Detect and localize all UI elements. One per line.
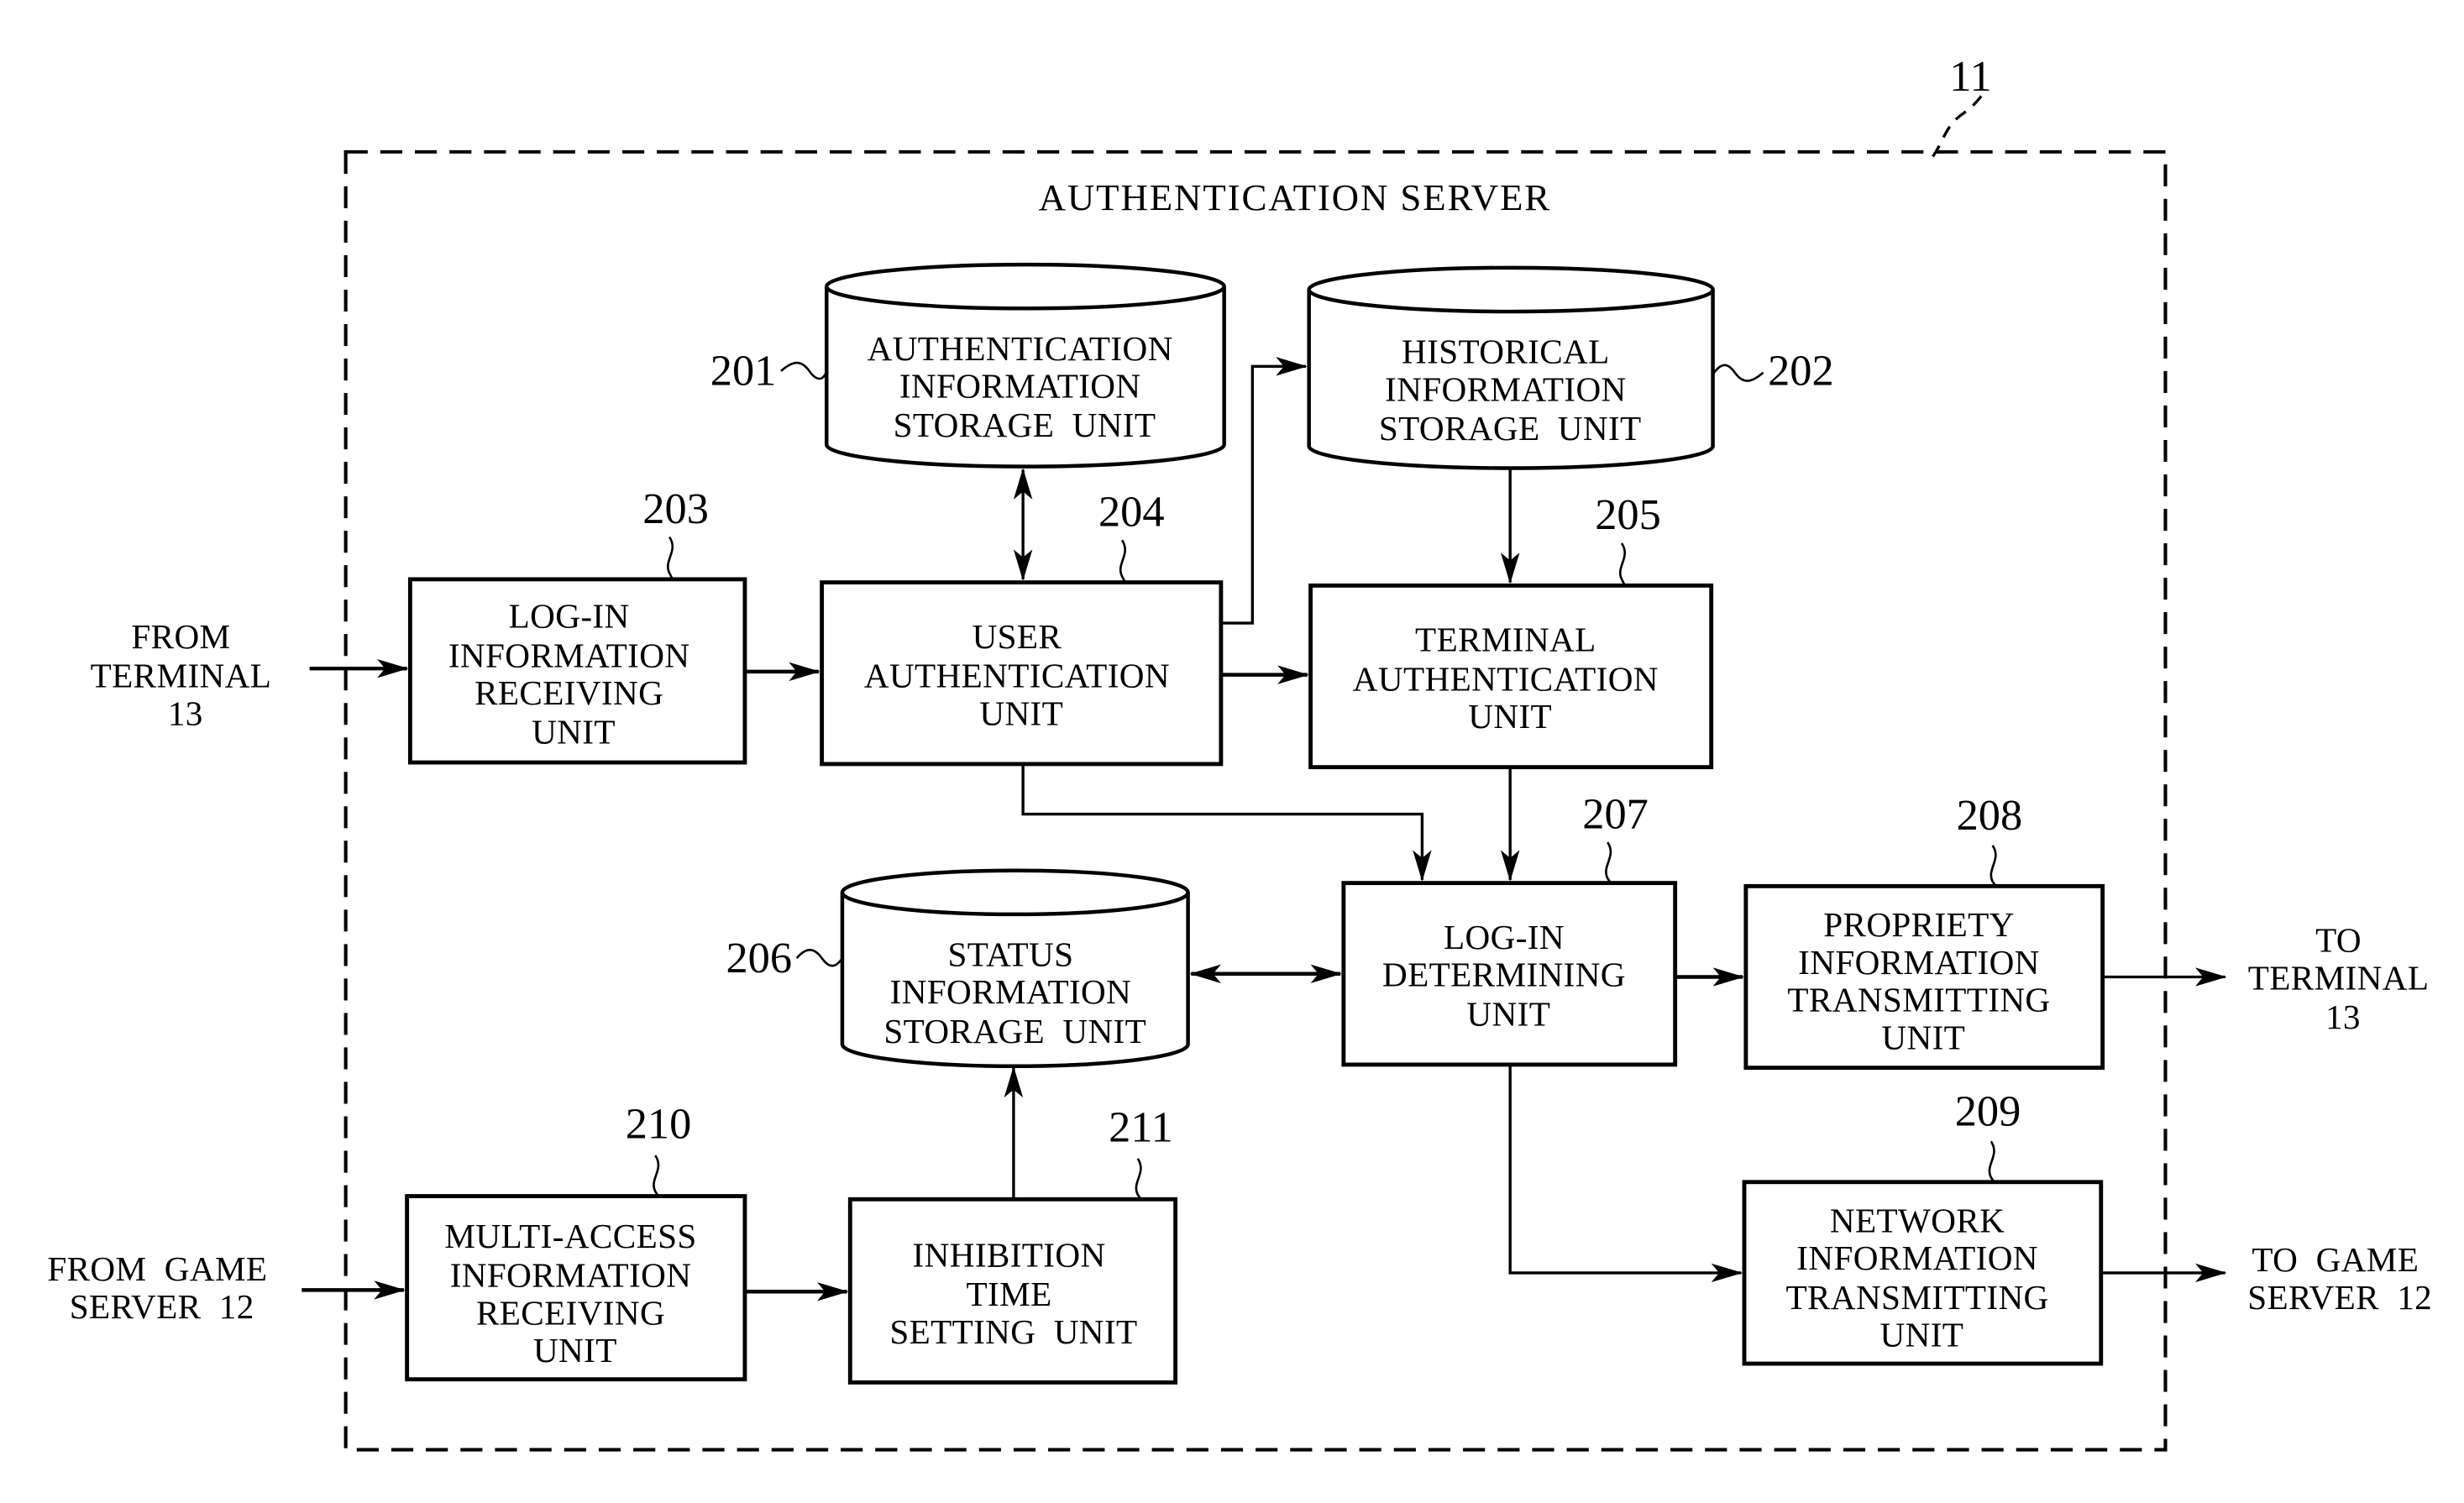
reference-leader: [1119, 539, 1126, 584]
reference-number: 208: [1957, 791, 2023, 840]
reference-leader: [1605, 841, 1612, 884]
external-from-game-server: FROM GAME SERVER 12: [47, 1249, 276, 1326]
reference-leader: [795, 949, 844, 967]
external-to-game-server: TO GAME SERVER 12: [2247, 1240, 2432, 1317]
cylinder-top: [1307, 265, 1715, 314]
arrow-204-to-207: [1021, 763, 1432, 882]
server-title: AUTHENTICATION SERVER: [1039, 176, 1552, 218]
reference-number: 205: [1595, 490, 1661, 539]
unit-203-login-info-receiving: LOG-IN INFORMATION RECEIVING UNIT 203: [407, 484, 747, 765]
arrow-207-to-209: [1508, 1064, 1743, 1283]
unit-210-multi-access-info-receiving: MULTI-ACCESS INFORMATION RECEIVING UNIT …: [405, 1100, 747, 1382]
cylinder-top: [824, 262, 1226, 311]
reference-number: 207: [1582, 789, 1649, 838]
reference-leader: [1135, 1158, 1142, 1200]
reference-leader: [653, 1155, 660, 1197]
reference-leader: [1988, 1140, 1995, 1183]
authentication-server-block-diagram: 11 AUTHENTICATION SERVER AUTHENTICATION …: [47, 52, 2438, 1452]
reference-number: 204: [1098, 488, 1165, 537]
external-to-terminal: TO TERMINAL 13: [2248, 921, 2438, 1036]
cylinder-top: [840, 868, 1190, 917]
arrow-204-to-202: [1220, 357, 1308, 625]
unit-202-historical-info-storage: HISTORICAL INFORMATION STORAGE UNIT 202: [1307, 265, 1834, 470]
frame-reference-number: 11: [1949, 52, 1991, 101]
reference-number: 209: [1955, 1087, 2021, 1136]
reference-number: 210: [626, 1100, 692, 1149]
unit-206-status-info-storage: STATUS INFORMATION STORAGE UNIT 206: [726, 868, 1190, 1069]
unit-204-user-authentication: USER AUTHENTICATION UNIT 204: [820, 488, 1224, 767]
unit-208-propriety-info-transmitting: PROPRIETY INFORMATION TRANSMITTING UNIT …: [1743, 791, 2105, 1071]
external-from-terminal: FROM TERMINAL 13: [91, 617, 280, 732]
unit-209-network-info-transmitting: NETWORK INFORMATION TRANSMITTING UNIT 20…: [1742, 1087, 2104, 1366]
reference-number: 211: [1109, 1102, 1173, 1151]
connections: [301, 357, 2227, 1301]
unit-label: AUTHENTICATION INFORMATION STORAGE UNIT: [868, 329, 1182, 444]
reference-number: 203: [642, 484, 709, 533]
reference-leader: [1712, 364, 1764, 382]
reference-leader: [1990, 845, 1997, 888]
frame-reference-leader: [1932, 92, 1984, 158]
reference-leader: [1619, 542, 1627, 586]
reference-number: 202: [1768, 347, 1834, 395]
reference-number: 206: [726, 934, 792, 982]
unit-201-authentication-info-storage: AUTHENTICATION INFORMATION STORAGE UNIT …: [710, 262, 1226, 469]
reference-leader: [780, 361, 828, 380]
reference-leader: [667, 536, 674, 580]
reference-number: 201: [710, 347, 777, 395]
unit-label: HISTORICAL INFORMATION STORAGE UNIT: [1379, 333, 1642, 448]
